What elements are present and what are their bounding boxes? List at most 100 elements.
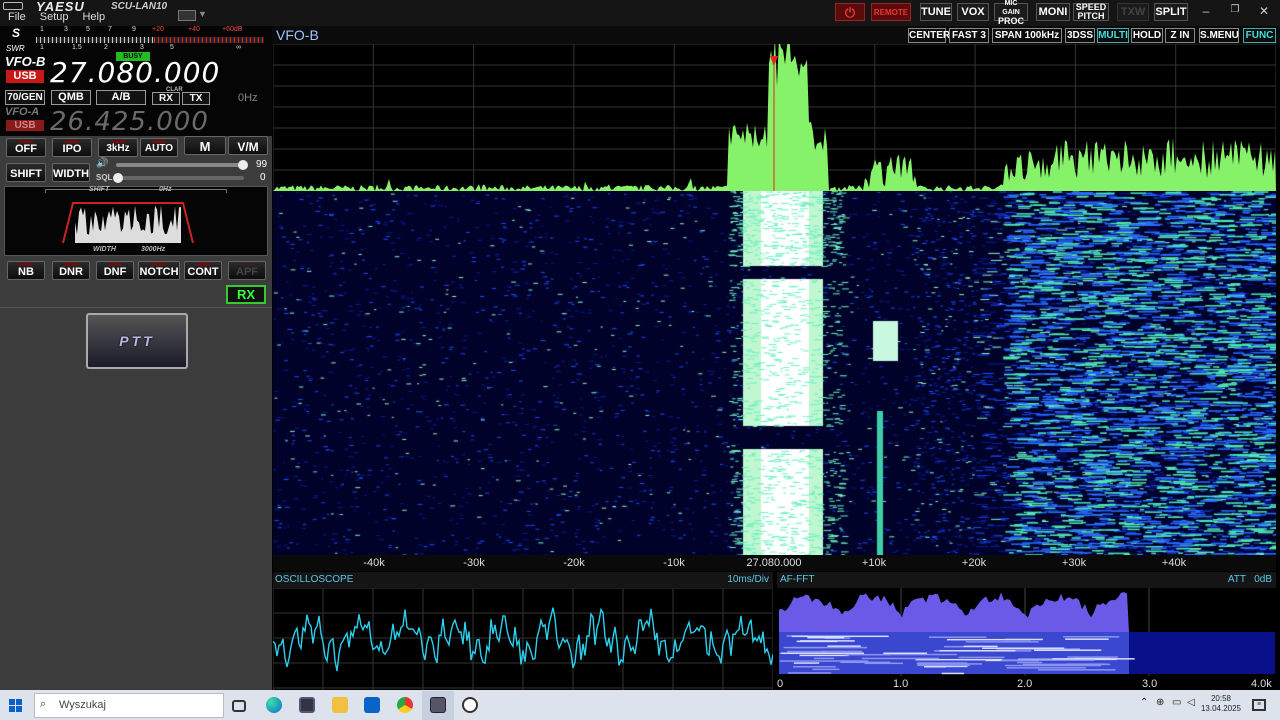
bandwidth-button[interactable]: 3kHz (98, 138, 138, 157)
minimize-button[interactable]: – (1196, 4, 1216, 18)
moni-button[interactable]: MONI (1036, 3, 1070, 21)
search-icon: ⌕ (40, 698, 47, 710)
radio-manager-icon[interactable] (462, 697, 478, 713)
close-button[interactable]: ✕ (1254, 4, 1274, 18)
width-value: 3000Hz (141, 246, 166, 253)
scope-vfo-label: VFO-B (276, 27, 319, 43)
clock-time: 20:58 (1210, 694, 1232, 703)
af-tick: 0 (777, 678, 784, 690)
notch-button[interactable]: NOTCH (138, 261, 180, 280)
split-button[interactable]: SPLIT (1154, 3, 1188, 21)
vox-button[interactable]: VOX (957, 3, 989, 21)
store-icon[interactable] (299, 697, 315, 713)
axis-tick: -20k (563, 557, 585, 569)
mic-gain-proc-button[interactable]: MIC GAIN PROC (994, 0, 1028, 25)
s-tick: 7 (108, 26, 112, 33)
oscilloscope-header: OSCILLOSCOPE 10ms/Div (273, 572, 773, 588)
axis-tick: +30k (1061, 557, 1087, 569)
power-button[interactable]: ⏻ (835, 3, 865, 21)
clar-rx-button[interactable]: RX (152, 92, 180, 105)
network-icon[interactable]: ⊕ (1156, 698, 1164, 708)
att-off-button[interactable]: OFF (6, 138, 46, 157)
s-tick: +20 (152, 26, 164, 33)
axis-tick: +20k (961, 557, 987, 569)
dnf-button[interactable]: DNF (96, 261, 134, 280)
oscilloscope-timebase[interactable]: 10ms/Div (727, 574, 769, 585)
txw-button[interactable]: TXW (1117, 3, 1149, 21)
vfo-a-label: VFO-A (5, 106, 40, 118)
shift-value: 0Hz (159, 186, 172, 193)
s-tick: 3 (64, 26, 68, 33)
speed-pitch-button[interactable]: SPEED PITCH (1073, 3, 1109, 21)
spectrum-display[interactable] (273, 44, 1276, 191)
edge-icon[interactable] (266, 697, 282, 713)
memory-button[interactable]: M (184, 136, 226, 155)
width-button[interactable]: WIDTH (52, 163, 90, 182)
chrome-icon[interactable] (397, 697, 413, 713)
cont-button[interactable]: CONT (184, 261, 222, 280)
menu-help[interactable]: Help (82, 11, 105, 23)
zoom-in-button[interactable]: Z IN (1165, 28, 1195, 43)
wifi-icon[interactable]: ▭ (1172, 698, 1181, 708)
func-button[interactable]: FUNC (1243, 28, 1276, 43)
volume-tray-icon[interactable]: ◁ (1187, 698, 1195, 708)
ab-button[interactable]: A/B (96, 90, 146, 105)
bandwidth-label: 3kHz (106, 143, 130, 154)
speed-button[interactable]: FAST 3 (949, 28, 989, 43)
shift-button[interactable]: SHIFT (6, 163, 46, 182)
af-tick: 3.0 (1142, 678, 1158, 690)
waterfall-display[interactable] (273, 191, 1276, 555)
vfo-a-frequency[interactable]: 26.425.000 (50, 107, 209, 137)
apf-button[interactable]: APF (228, 261, 266, 280)
menu-file[interactable]: File (8, 11, 26, 23)
layout-toggle-icon[interactable] (178, 10, 196, 21)
explorer-icon[interactable] (332, 697, 348, 713)
notification-icon[interactable]: ≡ (1252, 699, 1266, 711)
ipo-button[interactable]: IPO (52, 138, 92, 157)
outlook-icon[interactable] (364, 697, 380, 713)
swr-tick: 3 (140, 44, 144, 51)
center-button[interactable]: CENTER (908, 28, 950, 43)
3dss-button[interactable]: 3DSS (1065, 28, 1095, 43)
tray-expand-icon[interactable]: ⌃ (1140, 698, 1148, 708)
multi-button[interactable]: MULTI (1097, 28, 1129, 43)
vm-button[interactable]: V/M (228, 136, 268, 155)
restore-button[interactable]: ❐ (1225, 4, 1245, 15)
span-button[interactable]: SPAN 100kHz (992, 28, 1062, 43)
waterfall-canvas (273, 191, 1276, 555)
af-fft-att-label[interactable]: ATT (1228, 574, 1246, 585)
windows-start-icon[interactable] (9, 699, 22, 712)
hold-button[interactable]: HOLD (1131, 28, 1163, 43)
s-tick: 5 (86, 26, 90, 33)
clar-tx-button[interactable]: TX (182, 92, 210, 105)
layout-dropdown-icon[interactable]: ▼ (198, 9, 207, 19)
ptt-button[interactable]: PTT (86, 313, 188, 369)
swr-meter-label: SWR (6, 44, 25, 53)
if-filter-display[interactable]: SHIFT 0Hz WIDTH 3000Hz (4, 186, 268, 256)
sql-knob[interactable] (113, 173, 123, 183)
swr-tick: ∞ (236, 44, 241, 51)
gen-button[interactable]: 70/GEN (5, 90, 45, 105)
clar-offset: 0Hz (238, 92, 258, 104)
tune-button[interactable]: TUNE (920, 3, 952, 21)
smenu-button[interactable]: S.MENU (1199, 28, 1239, 43)
axis-tick: -10k (663, 557, 685, 569)
af-gain-slider[interactable] (116, 163, 244, 167)
af-fft-att-value[interactable]: 0dB (1254, 574, 1272, 585)
remote-button[interactable]: REMOTE (871, 3, 911, 21)
dnr-button[interactable]: DNR (52, 261, 90, 280)
clock[interactable]: 20:58 13.04.2025 (1200, 694, 1242, 714)
menu-setup[interactable]: Setup (40, 11, 69, 23)
agc-auto-button[interactable]: AUTO (140, 138, 178, 157)
ptt-label: PTT (119, 333, 155, 349)
vfo-b-mode[interactable]: USB (6, 70, 44, 83)
task-view-icon[interactable] (232, 700, 246, 712)
sql-slider[interactable] (116, 176, 244, 180)
taskbar-search-input[interactable]: Wyszukaj (34, 693, 224, 718)
nb-button[interactable]: NB (7, 261, 45, 280)
radio-app-icon[interactable] (430, 697, 446, 713)
vfo-a-mode[interactable]: USB (6, 120, 44, 131)
qmb-button[interactable]: QMB (51, 90, 91, 105)
vfo-b-frequency[interactable]: 27.080.000 (50, 56, 220, 89)
af-gain-knob[interactable] (238, 160, 248, 170)
